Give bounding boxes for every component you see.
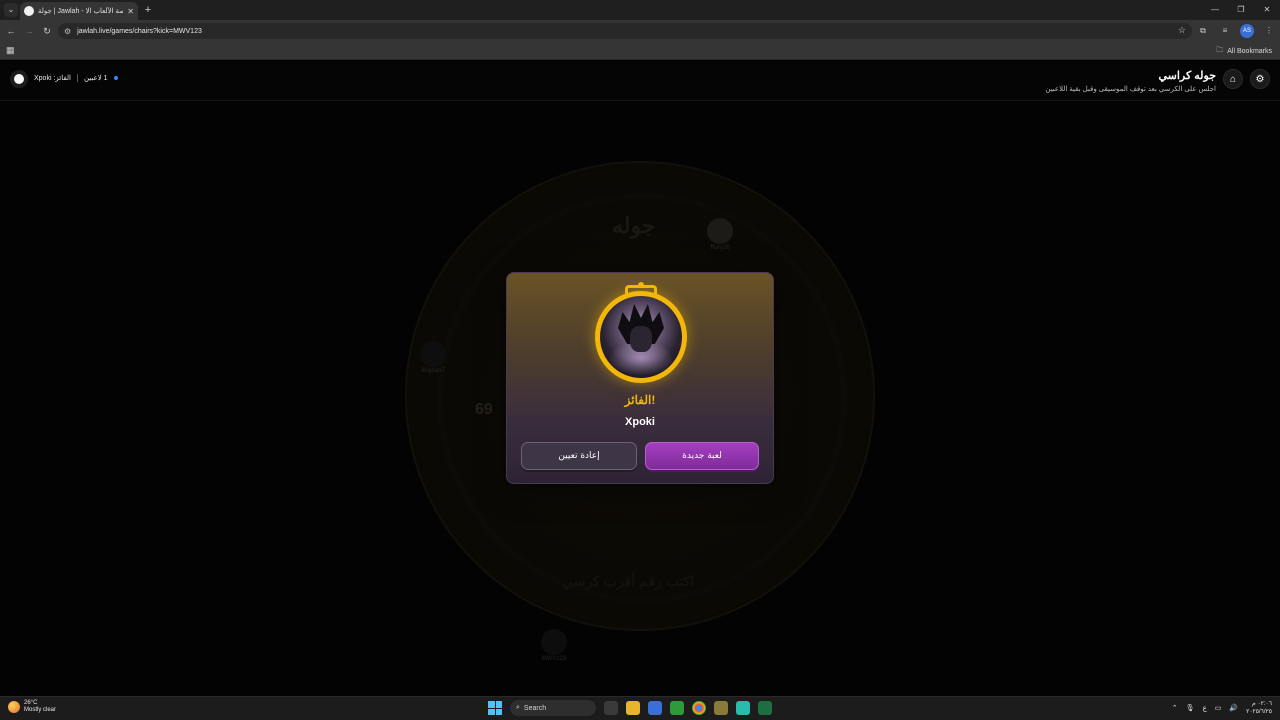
forward-button[interactable]: → — [22, 24, 36, 38]
app-icon[interactable] — [714, 701, 728, 715]
tab-search-button[interactable]: ⌄ — [4, 3, 18, 17]
address-bar[interactable]: ⚙ jawlah.live/games/chairs?kick=MWV123 ☆ — [58, 23, 1192, 39]
extensions-icon[interactable]: ⧉ — [1196, 23, 1210, 39]
reload-button[interactable]: ↻ — [40, 24, 54, 38]
search-icon: ⌕ — [516, 704, 520, 711]
game-title-block: جوله كراسي اجلس على الكرسي بعد توقف المو… — [1045, 69, 1216, 93]
winner-status: الفائز: Xpoki — [34, 75, 71, 82]
weather-widget[interactable]: 26°C Mostly clear — [8, 700, 56, 714]
task-view-icon[interactable] — [604, 701, 618, 715]
site-info-icon[interactable]: ⚙ — [64, 27, 71, 36]
app-header: 1 لاعبين الفائز: Xpoki جوله كراسي اجلس ع… — [0, 61, 1280, 101]
site-favicon-icon — [24, 6, 34, 16]
maximize-button[interactable]: ❐ — [1228, 0, 1254, 20]
toolbar-actions: ⧉ ≡ AS ⋮ — [1196, 23, 1276, 39]
browser-toolbar: ← → ↻ ⚙ jawlah.live/games/chairs?kick=MW… — [0, 20, 1280, 42]
winner-heading: الفائز! — [624, 393, 656, 407]
new-game-button[interactable]: لعبة جديدة — [645, 442, 759, 470]
page-subtitle: اجلس على الكرسي بعد توقف الموسيقى وقبل ب… — [1045, 86, 1216, 93]
clock[interactable]: ٠٢:٠٦ م ٢٠٢٥/٦/٢٥ — [1246, 700, 1272, 716]
players-count: 1 لاعبين — [83, 75, 108, 82]
date: ٢٠٢٥/٦/٢٥ — [1246, 709, 1272, 715]
page-title: جوله كراسي — [1158, 70, 1216, 82]
home-icon: ⌂ — [1229, 73, 1237, 85]
back-button[interactable]: ← — [4, 24, 18, 38]
time: ٠٢:٠٦ م — [1252, 701, 1272, 707]
close-tab-icon[interactable]: ✕ — [127, 7, 134, 16]
profile-avatar[interactable]: AS — [1240, 24, 1254, 38]
os-taskbar: 26°C Mostly clear ⌕ Search ⌃ 🎙 ع ▭ 🔊 ٠٢:… — [0, 696, 1280, 720]
tab-title: جولة | Jawlah - منصة الألعاب الا... — [38, 8, 123, 15]
taskbar-search[interactable]: ⌕ Search — [510, 700, 596, 716]
apps-grid-icon[interactable]: ▦ — [6, 45, 15, 56]
window-controls: — ❐ ✕ — [1202, 0, 1280, 20]
folder-icon: 🗀 — [1216, 47, 1224, 54]
logo-icon — [14, 74, 24, 84]
app-icon[interactable] — [736, 701, 750, 715]
store-icon[interactable] — [648, 701, 662, 715]
winner-modal: الفائز! Xpoki إعادة تعيين لعبة جديدة — [506, 272, 774, 484]
gear-icon: ⚙ — [1255, 73, 1265, 85]
url-text: jawlah.live/games/chairs?kick=MWV123 — [77, 27, 202, 35]
bookmark-star-icon[interactable]: ☆ — [1178, 25, 1186, 36]
excel-icon[interactable] — [758, 701, 772, 715]
settings-button[interactable]: ⚙ — [1250, 69, 1270, 89]
reading-list-icon[interactable]: ≡ — [1218, 23, 1232, 39]
reset-button[interactable]: إعادة تعيين — [521, 442, 637, 470]
volume-icon[interactable]: 🔊 — [1229, 704, 1238, 712]
language-indicator[interactable]: ع — [1203, 704, 1207, 712]
all-bookmarks-label: All Bookmarks — [1227, 48, 1272, 55]
xbox-icon[interactable] — [670, 701, 684, 715]
new-tab-button[interactable]: + — [142, 3, 154, 17]
game-status: 1 لاعبين الفائز: Xpoki — [34, 74, 118, 82]
chrome-icon[interactable] — [692, 701, 706, 715]
winner-avatar — [595, 291, 687, 383]
status-divider — [76, 74, 78, 82]
search-placeholder: Search — [523, 704, 547, 712]
chevron-up-icon[interactable]: ⌃ — [1172, 704, 1178, 712]
winner-name: Xpoki — [625, 416, 655, 428]
close-window-button[interactable]: ✕ — [1254, 0, 1280, 20]
temperature: 26°C — [24, 700, 38, 706]
minimize-button[interactable]: — — [1202, 0, 1228, 20]
file-explorer-icon[interactable] — [626, 701, 640, 715]
system-tray: ⌃ 🎙 ع ▭ 🔊 ٠٢:٠٦ م ٢٠٢٥/٦/٢٥ — [1172, 700, 1272, 716]
browser-tab-bar: ⌄ جولة | Jawlah - منصة الألعاب الا... ✕ … — [0, 0, 1280, 20]
display-icon[interactable]: ▭ — [1215, 704, 1222, 712]
browser-tab[interactable]: جولة | Jawlah - منصة الألعاب الا... ✕ — [20, 2, 138, 20]
microphone-icon[interactable]: 🎙 — [1186, 704, 1195, 712]
weather-condition: Mostly clear — [24, 707, 57, 713]
app-logo[interactable] — [10, 70, 28, 88]
bookmarks-bar: ▦ 🗀 All Bookmarks — [0, 42, 1280, 60]
home-button[interactable]: ⌂ — [1223, 69, 1243, 89]
taskbar-apps: ⌕ Search — [488, 700, 772, 716]
weather-icon — [8, 701, 20, 713]
menu-icon[interactable]: ⋮ — [1262, 23, 1276, 39]
all-bookmarks-button[interactable]: 🗀 All Bookmarks — [1216, 46, 1272, 57]
avatar-image — [600, 296, 682, 378]
start-button[interactable] — [488, 701, 502, 715]
online-dot-icon — [113, 76, 118, 80]
